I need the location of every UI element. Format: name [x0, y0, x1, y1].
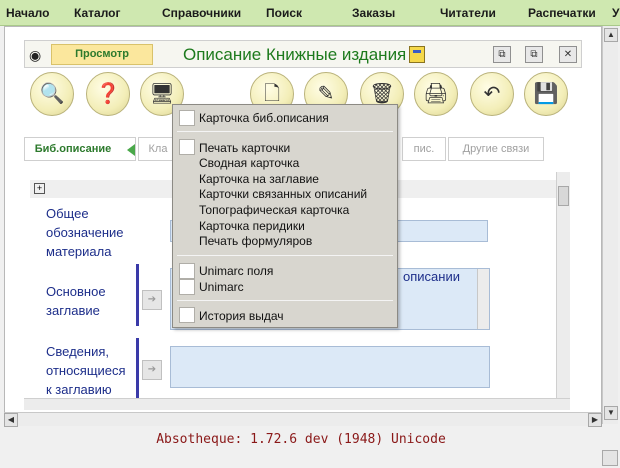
expand-icon[interactable]: + [34, 183, 45, 194]
view-mode-button[interactable]: Просмотр [51, 44, 153, 65]
main-title-value: описании [403, 269, 460, 284]
field-title-info-label: Сведения, относящиеся к заглавию [46, 342, 126, 399]
popup-item-unimarc[interactable]: Unimarc [199, 280, 244, 294]
page-title: Описание Книжные издания [183, 45, 407, 64]
tab-label: Биб.описание [34, 143, 112, 155]
tab-arrow-icon [127, 144, 135, 156]
popup-item-linked-cards[interactable]: Карточки связанных описаний [199, 187, 367, 201]
label-line: обозначение [46, 225, 124, 240]
scroll-thumb[interactable] [558, 186, 569, 206]
label-line: заглавие [46, 303, 100, 318]
status-version-text: Absotheque: 1.72.6 dev (1948) Unicode [156, 432, 446, 447]
menu-separator [177, 131, 393, 132]
label-line: Основное [46, 284, 106, 299]
item-checkbox[interactable] [179, 139, 195, 155]
resize-corner[interactable] [602, 450, 618, 466]
menu-catalog[interactable]: Каталог [74, 6, 121, 20]
menu-printouts[interactable]: Распечатки [528, 6, 596, 20]
label-line: относящиеся [46, 363, 126, 378]
record-title-bar: ◉ Просмотр Описание Книжные издания ⧉ ⧉ … [24, 40, 582, 68]
print-popup-menu: Карточка биб.описания Печать карточки Св… [172, 104, 398, 328]
outer-vertical-scrollbar[interactable]: ▲ ▼ [602, 26, 618, 424]
popup-item-print-forms[interactable]: Печать формуляров [199, 234, 312, 248]
menu-more[interactable]: У [612, 6, 619, 20]
label-line: к заглавию [46, 382, 112, 397]
save-icon[interactable]: 💾 [524, 72, 568, 116]
scroll-up-icon[interactable]: ▲ [604, 28, 618, 42]
item-checkbox[interactable] [179, 263, 195, 279]
popup-item-topographic-card[interactable]: Топографическая карточка [199, 203, 349, 217]
field-marker-bar [136, 338, 139, 398]
close-icon[interactable]: ✕ [559, 46, 577, 63]
label-line: Сведения, [46, 344, 110, 359]
menu-separator [177, 300, 393, 301]
menu-orders[interactable]: Заказы [352, 6, 395, 20]
main-title-scrollbar[interactable] [477, 269, 489, 329]
scroll-right-icon[interactable]: ▶ [588, 413, 602, 427]
menu-search[interactable]: Поиск [266, 6, 302, 20]
popup-item-card-bib-description[interactable]: Карточка биб.описания [199, 111, 329, 125]
copy-icon[interactable]: ⧉ [493, 46, 511, 63]
help-book-icon[interactable]: ❓ [86, 72, 130, 116]
eye-icon: ◉ [29, 47, 42, 63]
title-info-input[interactable] [170, 346, 490, 388]
scroll-down-icon[interactable]: ▼ [604, 406, 618, 420]
popup-item-periodical-card[interactable]: Карточка перидики [199, 219, 305, 233]
top-menu-bar: Начало Каталог Справочники Поиск Заказы … [0, 0, 620, 26]
item-checkbox[interactable] [179, 279, 195, 295]
popup-item-summary-card[interactable]: Сводная карточка [199, 156, 299, 170]
popup-item-unimarc-fields[interactable]: Unimarc поля [199, 264, 273, 278]
label-line: Общее [46, 206, 89, 221]
form-horizontal-scrollbar[interactable] [24, 398, 570, 410]
scroll-left-icon[interactable]: ◀ [4, 413, 18, 427]
outer-horizontal-scrollbar[interactable]: ◀ ▶ [4, 412, 602, 427]
item-checkbox[interactable] [179, 307, 195, 323]
item-checkbox[interactable] [179, 110, 195, 126]
paste-icon[interactable]: ⧉ [525, 46, 543, 63]
main-title-button[interactable]: ➔ [142, 290, 162, 310]
popup-item-loan-history[interactable]: История выдач [199, 309, 284, 323]
calculator-icon[interactable] [409, 46, 425, 63]
undo-icon[interactable]: ↶ [470, 72, 514, 116]
search-doc-icon[interactable]: 🔍 [30, 72, 74, 116]
menu-separator [177, 255, 393, 256]
menu-home[interactable]: Начало [6, 6, 49, 20]
popup-item-print-card[interactable]: Печать карточки [199, 141, 290, 155]
label-line: материала [46, 244, 112, 259]
popup-item-title-card[interactable]: Карточка на заглавие [199, 172, 319, 186]
field-main-title-label: Основное заглавие [46, 282, 106, 320]
title-info-button[interactable]: ➔ [142, 360, 162, 380]
field-marker-bar [136, 264, 139, 326]
form-vertical-scrollbar[interactable] [556, 172, 570, 400]
tab-description[interactable]: пис. [402, 137, 446, 161]
tab-other-links[interactable]: Другие связи [448, 137, 544, 161]
menu-readers[interactable]: Читатели [440, 6, 496, 20]
field-general-material-label: Общее обозначение материала [46, 204, 124, 261]
menu-directories[interactable]: Справочники [162, 6, 241, 20]
tab-bibliographic-description[interactable]: Биб.описание [24, 137, 136, 161]
printer-icon[interactable]: 🖨 [414, 72, 458, 116]
